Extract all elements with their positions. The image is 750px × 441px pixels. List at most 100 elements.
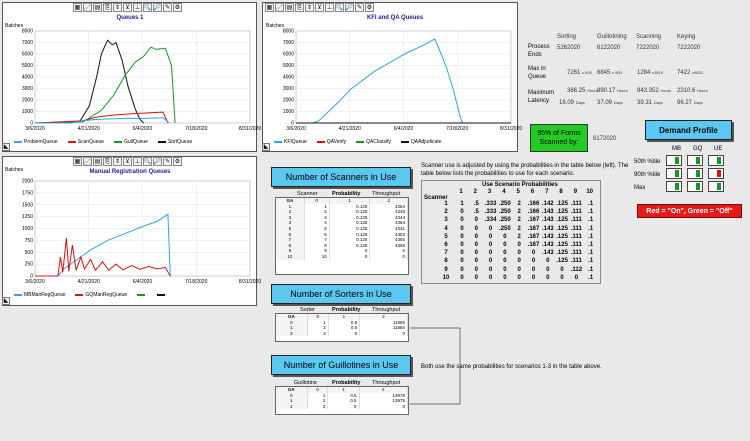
scenario-cell: .111 (570, 209, 582, 216)
scenario-cell: 0 (460, 233, 464, 240)
scenario-cell: .112 (570, 266, 583, 273)
scenario-cell: .125 (556, 217, 568, 224)
scenario-cell: 0 (474, 233, 478, 240)
scenario-cell: .167 (527, 217, 540, 224)
scenario-col-header: 3 (487, 189, 492, 195)
scenario-row-label: 3 (444, 217, 448, 224)
scenario-cell: .111 (570, 225, 582, 232)
scenario-cell: 0 (517, 242, 521, 248)
scenario-cell: 0 (503, 242, 507, 248)
scenario-row-label: 6 (444, 242, 448, 248)
scenario-cell: 0 (488, 266, 493, 273)
scenario-cell: .166 (527, 209, 540, 216)
scenario-col-header: 4 (502, 189, 506, 195)
scenario-cell: .1 (588, 266, 594, 273)
scenario-cell: .125 (556, 242, 568, 248)
scenario-cell: 2 (517, 225, 521, 232)
scenario-cell: 0 (546, 258, 550, 265)
scenario-col-header: 10 (586, 189, 594, 195)
scenario-title: Use Scenario Probabilities (482, 182, 558, 188)
scenario-cell: .167 (527, 225, 540, 232)
scenario-cell: 0 (474, 266, 478, 273)
scenario-cell: 0 (503, 274, 507, 281)
scenario-cell: .111 (570, 258, 582, 265)
scenario-cell: 2 (517, 201, 521, 207)
scenario-cell: .250 (499, 201, 511, 207)
scenario-cell: 0 (517, 274, 521, 281)
scenario-cell: 0 (460, 225, 464, 232)
scenario-cell: .143 (541, 233, 554, 240)
scenario-cell: .250 (499, 217, 511, 224)
scenario-cell: .111 (570, 250, 582, 257)
scenario-cell: .1 (588, 233, 594, 240)
scenario-cell: 0 (531, 250, 536, 257)
scenario-cell: .250 (499, 225, 511, 232)
scenario-cell: 0 (560, 266, 564, 273)
shared-probabilities-note: Both use the same probabilities for scen… (421, 364, 602, 370)
scenario-cell: .1 (588, 242, 594, 248)
scenario-cell: .334 (484, 217, 497, 224)
scenario-cell: .125 (556, 258, 568, 265)
scenario-cell: .125 (556, 250, 568, 257)
scenario-cell: .250 (499, 209, 511, 216)
scenario-cell: 0 (560, 274, 564, 281)
scenario-cell: 0 (460, 209, 464, 216)
scenario-cell: .1 (588, 209, 594, 216)
scenario-cell: 0 (474, 250, 478, 257)
scenario-cell: 0 (517, 250, 521, 257)
scenario-row-label: 2 (444, 209, 448, 216)
scenario-cell: .167 (527, 242, 540, 248)
scenario-cell: .111 (570, 201, 582, 207)
scenario-table: Use Scenario Probabilities Scanner 12345… (421, 180, 601, 284)
scenario-cell: 0 (488, 274, 493, 281)
scenario-cell: 0 (503, 233, 507, 240)
scenario-cell: 2 (517, 233, 521, 240)
scenario-cell: 0 (474, 217, 478, 224)
scenario-cell: 0 (503, 258, 507, 265)
scenario-cell: .125 (556, 225, 568, 232)
scenario-cell: 0 (546, 266, 550, 273)
scenario-cell: 0 (546, 274, 550, 281)
scenario-cell: .143 (541, 225, 554, 232)
scenario-cell: 0 (488, 258, 493, 265)
scenario-col-header: 8 (559, 189, 563, 195)
scenario-cell: .125 (556, 201, 568, 207)
scenario-cell: 2 (517, 217, 521, 224)
scenario-cell: 0 (474, 225, 478, 232)
scenario-cell: .333 (484, 209, 497, 216)
scenario-cell: 0 (488, 233, 493, 240)
scenario-cell: .143 (541, 242, 554, 248)
scenario-cell: .1 (588, 250, 594, 257)
scenario-cell: 0 (488, 242, 493, 248)
scenario-row-label: 5 (444, 233, 448, 240)
scenario-row-label: 4 (444, 225, 448, 232)
scenario-cell: .1 (588, 274, 594, 281)
scenario-cell: 0 (474, 258, 478, 265)
scenario-cell: 0 (531, 274, 536, 281)
scenario-cell: .333 (484, 201, 497, 207)
scenario-cell: 0 (531, 266, 536, 273)
scenario-cell: 0 (531, 258, 536, 265)
scenario-cell: 0 (517, 266, 521, 273)
scenario-row-label: 1 (444, 201, 448, 207)
scenario-cell: 0 (488, 225, 493, 232)
scenario-col-header: 5 (516, 189, 520, 195)
scenario-cell: .125 (556, 233, 568, 240)
scenario-cell: .111 (570, 217, 582, 224)
scenario-cell: 0 (460, 274, 464, 281)
scenario-cell: .111 (570, 233, 582, 240)
scenario-cell: .5 (473, 201, 479, 207)
scenario-cell: 0 (460, 217, 464, 224)
scenario-cell: .1 (588, 258, 594, 265)
scenario-col-header: 1 (459, 189, 463, 195)
scenario-cell: .142 (541, 201, 554, 207)
scenario-col-header: 6 (530, 189, 535, 195)
scenario-cell: .143 (541, 217, 554, 224)
scenario-cell: 0 (488, 250, 493, 257)
scenario-cell: .166 (527, 201, 540, 207)
scenario-cell: 0 (460, 266, 464, 273)
scenario-row-label: 7 (444, 250, 448, 257)
scenario-cell: 0 (460, 250, 464, 257)
scenario-cell: .1 (588, 201, 594, 207)
scenario-cell: 0 (474, 242, 478, 248)
